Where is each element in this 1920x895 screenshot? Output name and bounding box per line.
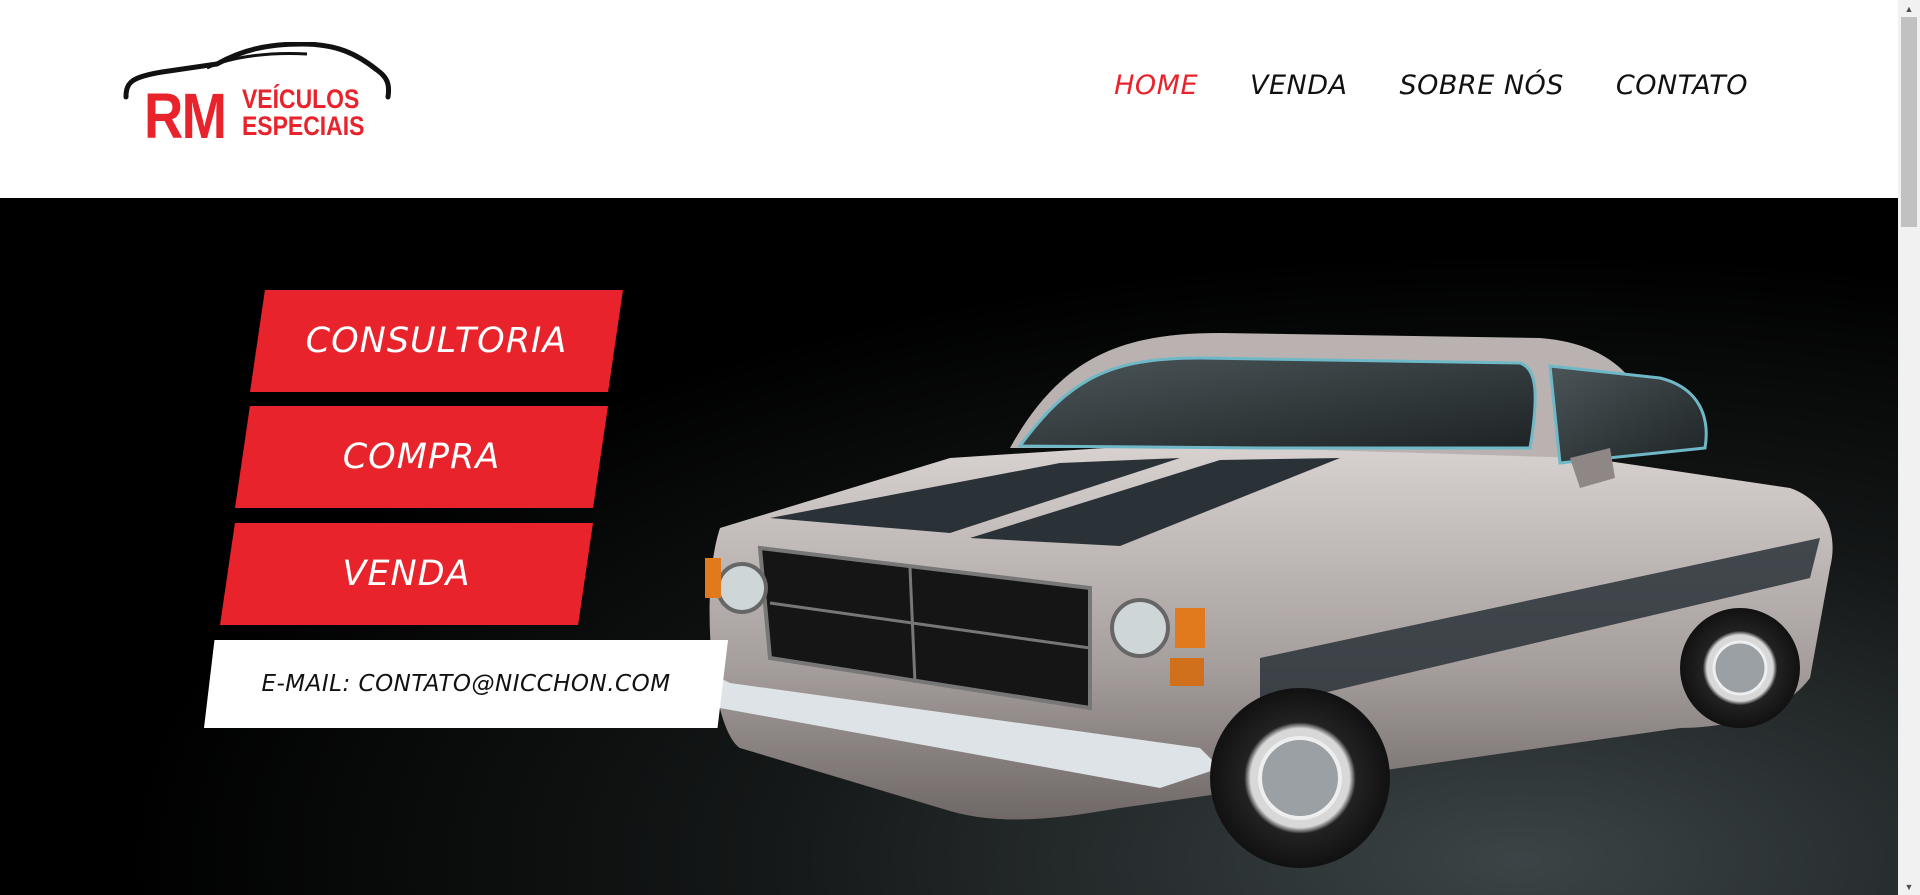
email-contact[interactable]: E-MAIL: CONTATO@NICCHON.COM [204,640,728,728]
nav-sobre-nos[interactable]: SOBRE NÓS [1400,70,1564,101]
scroll-up-icon[interactable]: ▲ [1898,0,1920,17]
logo-line-1: VEÍCULOS [242,84,360,114]
logo-text: VEÍCULOS ESPECIAIS [242,86,364,140]
page: RM VEÍCULOS ESPECIAIS HOME VENDA SOBRE N… [0,0,1898,895]
site-header: RM VEÍCULOS ESPECIAIS HOME VENDA SOBRE N… [0,0,1898,198]
logo[interactable]: RM VEÍCULOS ESPECIAIS [122,42,392,154]
nav-home[interactable]: HOME [1114,70,1198,101]
classic-car-image [700,333,1833,868]
venda-button[interactable]: VENDA [220,523,593,625]
hero-banner: CONSULTORIA COMPRA VENDA E-MAIL: CONTATO… [0,198,1898,895]
main-nav: HOME VENDA SOBRE NÓS CONTATO [1114,70,1748,101]
nav-contato[interactable]: CONTATO [1616,70,1748,101]
logo-initials: RM [144,80,227,152]
logo-line-2: ESPECIAIS [242,111,365,141]
scrollbar-thumb[interactable] [1901,17,1917,227]
scroll-down-icon[interactable]: ▼ [1898,878,1920,895]
consultoria-button[interactable]: CONSULTORIA [250,290,623,392]
page-scrollbar[interactable]: ▲ ▼ [1898,0,1920,895]
nav-venda[interactable]: VENDA [1250,70,1348,101]
compra-button[interactable]: COMPRA [235,406,608,508]
